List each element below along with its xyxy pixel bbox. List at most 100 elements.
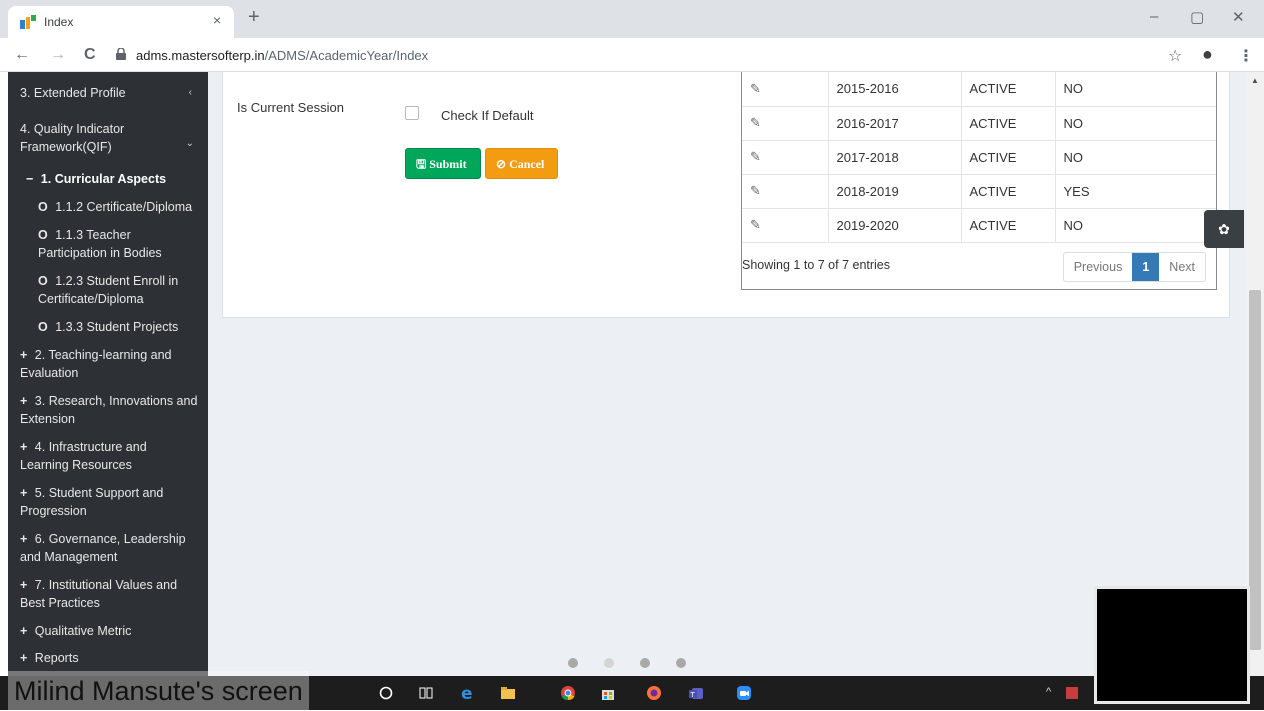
circle-icon: O	[38, 200, 48, 214]
minimize-button[interactable]: –	[1150, 8, 1158, 25]
task-view-icon[interactable]	[418, 685, 434, 701]
sidebar-item-1-2-3[interactable]: O 1.2.3 Student Enroll in Certificate/Di…	[38, 272, 198, 308]
table-row: ✎ 2016-2017 ACTIVE NO	[742, 106, 1216, 141]
scroll-thumb[interactable]	[1249, 290, 1261, 650]
sidebar-item-label: 5. Student Support and Progression	[20, 486, 164, 518]
new-tab-button[interactable]: +	[248, 7, 260, 27]
chevron-down-icon: ⌄	[185, 138, 194, 149]
year-cell: 2018-2019	[828, 174, 962, 209]
carousel-dot[interactable]	[604, 658, 614, 668]
pagination-previous[interactable]: Previous	[1064, 253, 1133, 281]
address-bar: ← → C adms.mastersofterp.in/ADMS/Academi…	[0, 38, 1264, 72]
firefox-icon[interactable]	[646, 685, 662, 701]
sidebar-item-teaching-learning[interactable]: + 2. Teaching-learning and Evaluation	[20, 346, 200, 382]
table-row: ✎ 2019-2020 ACTIVE NO	[742, 208, 1216, 243]
carousel-dot[interactable]	[568, 658, 578, 668]
back-icon[interactable]: ←	[14, 46, 30, 64]
close-window-button[interactable]: ✕	[1232, 8, 1245, 26]
edit-icon[interactable]: ✎	[750, 183, 761, 198]
sidebar-item-research[interactable]: + 3. Research, Innovations and Extension	[20, 392, 200, 428]
cancel-label: Cancel	[509, 157, 545, 171]
url-field[interactable]: adms.mastersofterp.in/ADMS/AcademicYear/…	[136, 48, 428, 63]
plus-icon: +	[20, 486, 28, 500]
cancel-button[interactable]: ⊘ Cancel	[485, 148, 558, 179]
pagination-page-1[interactable]: 1	[1132, 253, 1160, 281]
teams-icon[interactable]: T	[688, 685, 704, 701]
edit-icon[interactable]: ✎	[750, 217, 761, 232]
chrome-icon[interactable]	[560, 685, 576, 701]
sidebar-item-infrastructure[interactable]: + 4. Infrastructure and Learning Resourc…	[20, 438, 180, 474]
academic-year-form-panel: Is Current Session Check If Default 🖫 Su…	[222, 72, 1230, 318]
bookmark-star-icon[interactable]: ☆	[1168, 46, 1182, 66]
submit-label: Submit	[429, 157, 467, 171]
screen-share-label: Milind Mansute's screen	[8, 671, 309, 711]
circle-icon: O	[38, 228, 48, 242]
browser-tab[interactable]: Index ×	[8, 6, 234, 38]
svg-text:T: T	[690, 691, 696, 699]
file-explorer-icon[interactable]	[500, 685, 516, 701]
table-info: Showing 1 to 7 of 7 entries	[742, 258, 891, 272]
tab-close-icon[interactable]: ×	[213, 12, 221, 28]
status-cell: ACTIVE	[961, 72, 1056, 107]
lock-icon	[116, 48, 126, 60]
sidebar-item-label: 1.3.3 Student Projects	[55, 320, 179, 334]
profile-icon[interactable]: ●	[1202, 44, 1213, 65]
sidebar-item-label: 1. Curricular Aspects	[40, 172, 167, 186]
plus-icon: +	[20, 394, 28, 408]
sidebar-item-label: 2. Teaching-learning and Evaluation	[20, 348, 172, 380]
edge-icon[interactable]: e	[460, 685, 476, 701]
sidebar-item-1-3-3[interactable]: O 1.3.3 Student Projects	[38, 318, 206, 336]
url-path: /ADMS/AcademicYear/Index	[264, 48, 429, 63]
current-cell: NO	[1055, 208, 1216, 243]
sidebar-item-1-1-2[interactable]: O 1.1.2 Certificate/Diploma	[38, 198, 206, 216]
sidebar-item-label: Reports	[34, 651, 79, 665]
edit-icon[interactable]: ✎	[750, 81, 761, 96]
zoom-icon[interactable]	[736, 685, 752, 701]
table-row: ✎ 2015-2016 ACTIVE NO	[742, 72, 1216, 107]
status-cell: ACTIVE	[961, 106, 1056, 141]
sidebar-item-label: 1.1.2 Certificate/Diploma	[55, 200, 193, 214]
store-icon[interactable]	[600, 685, 616, 701]
status-cell: ACTIVE	[961, 140, 1056, 175]
sidebar-item-curricular-aspects[interactable]: − 1. Curricular Aspects	[26, 170, 208, 188]
save-icon: 🖫	[416, 157, 427, 171]
settings-gear-icon[interactable]: ✿	[1204, 210, 1244, 248]
edit-icon[interactable]: ✎	[750, 115, 761, 130]
sidebar-item-qualitative-metric[interactable]: + Qualitative Metric	[20, 622, 206, 640]
sidebar-item-student-support[interactable]: + 5. Student Support and Progression	[20, 484, 196, 520]
sidebar-item-label: 6. Governance, Leadership and Management	[20, 532, 186, 564]
circle-icon: O	[38, 274, 48, 288]
sidebar-item-governance[interactable]: + 6. Governance, Leadership and Manageme…	[20, 530, 208, 566]
sidebar-item-label: 3. Research, Innovations and Extension	[20, 394, 198, 426]
browser-menu-icon[interactable]: ⋮	[1238, 46, 1254, 66]
pagination-next[interactable]: Next	[1159, 253, 1205, 281]
academic-year-table: ✎ 2015-2016 ACTIVE NO ✎ 2016-2017 ACTIVE…	[742, 72, 1216, 243]
current-cell: YES	[1055, 174, 1216, 209]
carousel-dot[interactable]	[640, 658, 650, 668]
tray-app-icon[interactable]	[1064, 685, 1080, 701]
cortana-icon[interactable]	[378, 685, 394, 701]
plus-icon: +	[20, 651, 28, 665]
pagination: Previous 1 Next	[1062, 252, 1206, 282]
edit-icon[interactable]: ✎	[750, 149, 761, 164]
carousel-dots	[568, 658, 686, 668]
default-checkbox[interactable]	[405, 106, 419, 120]
sidebar-item-reports[interactable]: + Reports	[20, 649, 206, 667]
plus-icon: +	[20, 532, 28, 546]
reload-icon[interactable]: C	[84, 46, 96, 64]
current-cell: NO	[1055, 106, 1216, 141]
sidebar-item-qif[interactable]: 4. Quality Indicator Framework(QIF)	[20, 120, 190, 156]
tray-overflow-icon[interactable]: ^	[1046, 686, 1051, 698]
carousel-dot[interactable]	[676, 658, 686, 668]
chevron-left-icon: ‹	[188, 87, 192, 98]
sidebar-item-1-1-3[interactable]: O 1.1.3 Teacher Participation in Bodies	[38, 226, 188, 262]
maximize-button[interactable]: ▢	[1190, 8, 1204, 26]
cancel-icon: ⊘	[496, 157, 507, 171]
forward-icon[interactable]: →	[50, 46, 66, 64]
scroll-up-arrow-icon[interactable]: ▲	[1251, 76, 1259, 85]
sidebar-item-extended-profile[interactable]: 3. Extended Profile ‹	[20, 84, 206, 102]
submit-button[interactable]: 🖫 Submit	[405, 148, 481, 179]
year-cell: 2015-2016	[828, 72, 962, 107]
current-cell: NO	[1055, 140, 1216, 175]
sidebar-item-institutional-values[interactable]: + 7. Institutional Values and Best Pract…	[20, 576, 204, 612]
